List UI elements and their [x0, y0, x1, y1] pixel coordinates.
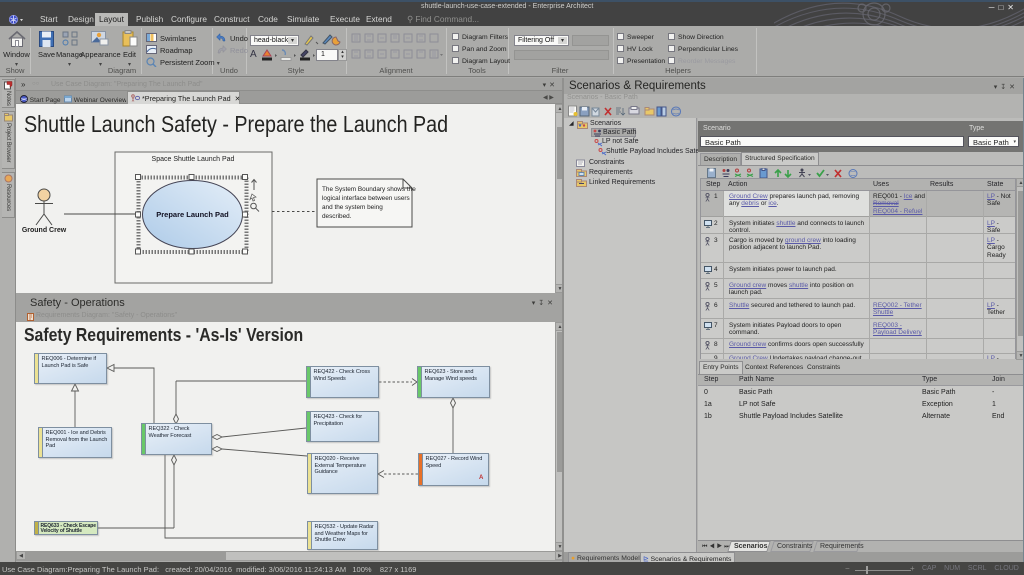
svg-text:logical interface between user: logical interface between users [322, 195, 410, 202]
svg-text:described.: described. [322, 213, 352, 220]
svg-text:Space Shuttle Launch Pad: Space Shuttle Launch Pad [152, 156, 235, 163]
svg-text:Ground Crew: Ground Crew [22, 227, 67, 234]
svg-text:Prepare Launch Pad: Prepare Launch Pad [156, 210, 229, 219]
svg-text:The System Boundary shows the: The System Boundary shows the [322, 186, 416, 193]
svg-text:and the system being: and the system being [322, 204, 383, 211]
